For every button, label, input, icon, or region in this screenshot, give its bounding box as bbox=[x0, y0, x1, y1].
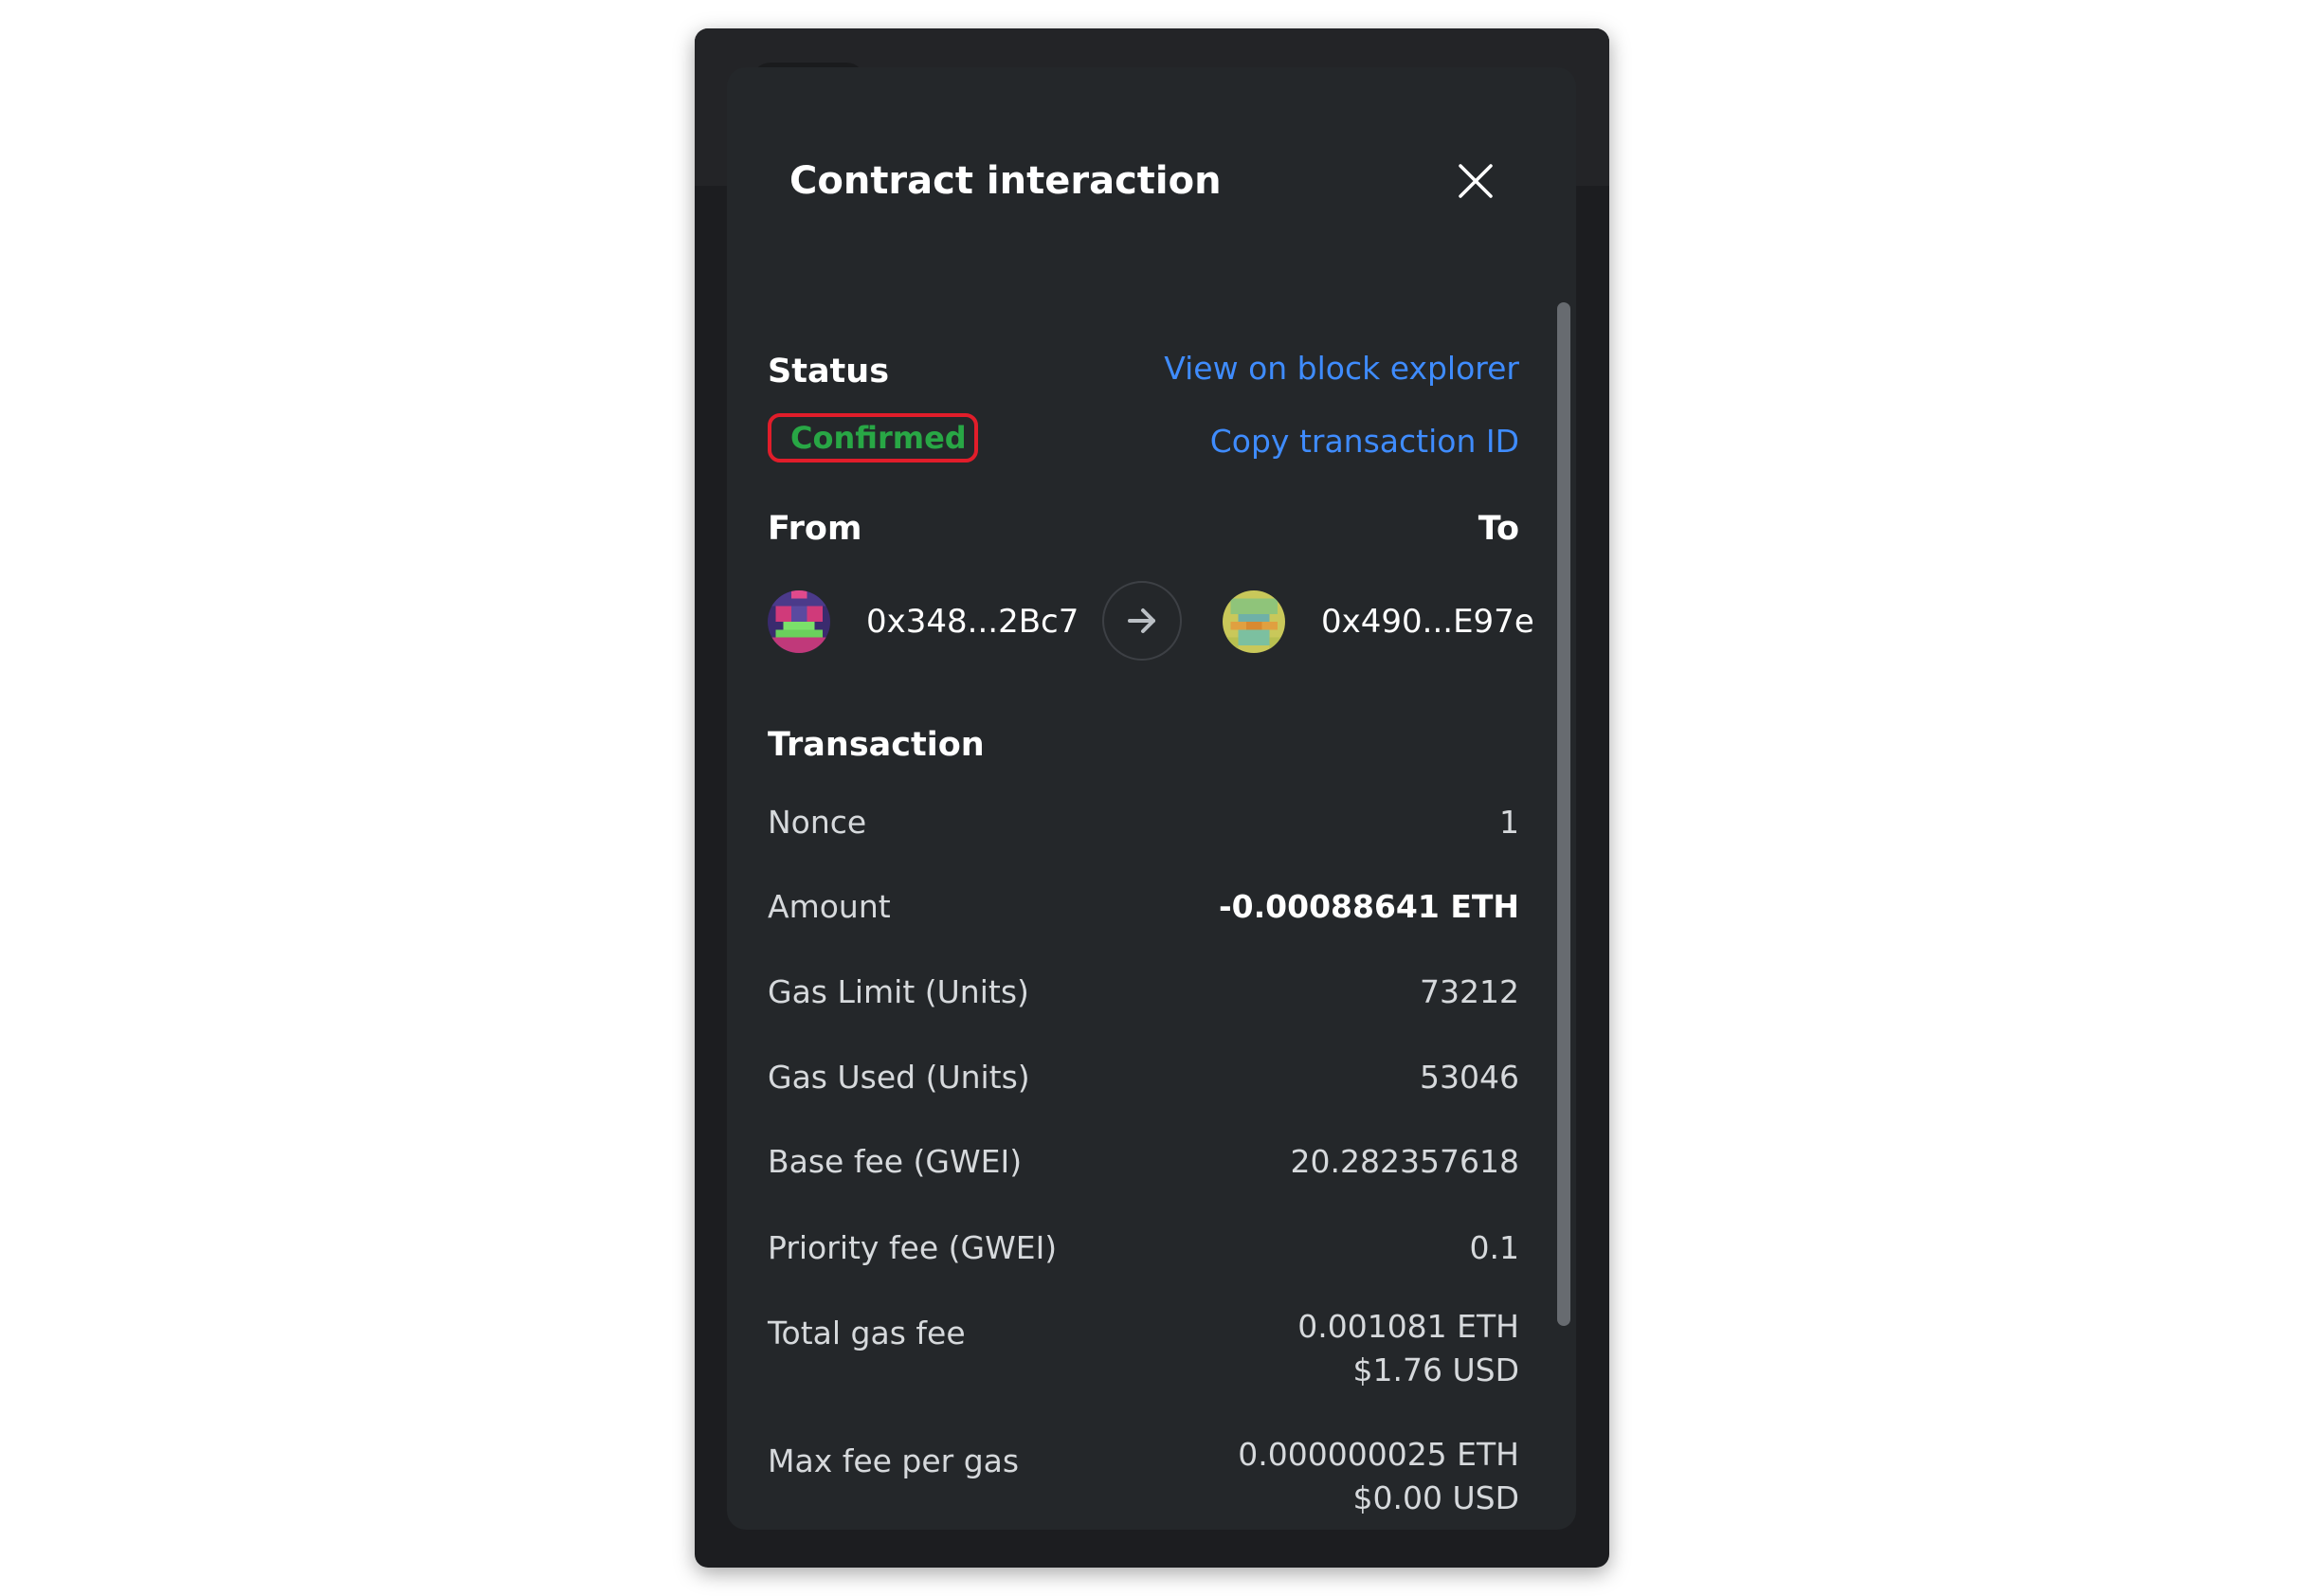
arrow-right-icon bbox=[1128, 608, 1155, 633]
to-avatar bbox=[1223, 590, 1285, 653]
base-fee-label: Base fee (GWEI) bbox=[768, 1143, 1023, 1180]
view-on-block-explorer-link[interactable]: View on block explorer bbox=[1164, 353, 1519, 384]
transaction-details-modal: Contract interaction Status View on bloc… bbox=[727, 67, 1576, 1530]
total-gas-fee-eth: 0.001081 ETH bbox=[1297, 1308, 1519, 1345]
priority-fee-label: Priority fee (GWEI) bbox=[768, 1229, 1058, 1266]
base-fee-value: 20.282357618 bbox=[1290, 1143, 1519, 1180]
max-fee-per-gas-label: Max fee per gas bbox=[768, 1442, 1020, 1479]
nonce-value: 1 bbox=[1499, 804, 1519, 841]
to-label: To bbox=[1478, 510, 1519, 548]
total-gas-fee-label: Total gas fee bbox=[768, 1315, 966, 1351]
copy-transaction-id-link[interactable]: Copy transaction ID bbox=[1210, 426, 1519, 457]
priority-fee-value: 0.1 bbox=[1469, 1229, 1519, 1266]
close-button[interactable] bbox=[1453, 158, 1498, 204]
extension-window: Contract interaction Status View on bloc… bbox=[695, 28, 1609, 1568]
to-address: 0x490...E97e bbox=[1321, 603, 1534, 641]
gas-limit-value: 73212 bbox=[1420, 973, 1519, 1010]
from-address: 0x348...2Bc7 bbox=[866, 603, 1079, 641]
transaction-heading: Transaction bbox=[768, 726, 985, 764]
max-fee-per-gas-usd: $0.00 USD bbox=[1352, 1479, 1519, 1516]
amount-value: -0.00088641 ETH bbox=[1218, 888, 1519, 925]
modal-title: Contract interaction bbox=[789, 159, 1222, 203]
max-fee-per-gas-value: 0.000000025 ETH $0.00 USD bbox=[1238, 1433, 1519, 1520]
direction-indicator bbox=[1102, 581, 1182, 661]
gas-used-label: Gas Used (Units) bbox=[768, 1059, 1030, 1096]
close-icon bbox=[1459, 164, 1493, 198]
nonce-label: Nonce bbox=[768, 804, 867, 841]
amount-label: Amount bbox=[768, 888, 891, 925]
total-gas-fee-value: 0.001081 ETH $1.76 USD bbox=[1297, 1305, 1519, 1392]
status-badge: Confirmed bbox=[768, 413, 978, 462]
total-gas-fee-usd: $1.76 USD bbox=[1352, 1351, 1519, 1388]
scrollbar[interactable] bbox=[1557, 302, 1570, 1326]
max-fee-per-gas-eth: 0.000000025 ETH bbox=[1238, 1436, 1519, 1473]
status-label: Status bbox=[768, 353, 890, 390]
gas-limit-label: Gas Limit (Units) bbox=[768, 973, 1029, 1010]
from-account[interactable]: 0x348...2Bc7 bbox=[768, 589, 1079, 655]
from-label: From bbox=[768, 510, 862, 548]
to-account[interactable]: 0x490...E97e bbox=[1223, 589, 1534, 655]
gas-used-value: 53046 bbox=[1420, 1059, 1519, 1096]
from-avatar bbox=[768, 590, 830, 653]
